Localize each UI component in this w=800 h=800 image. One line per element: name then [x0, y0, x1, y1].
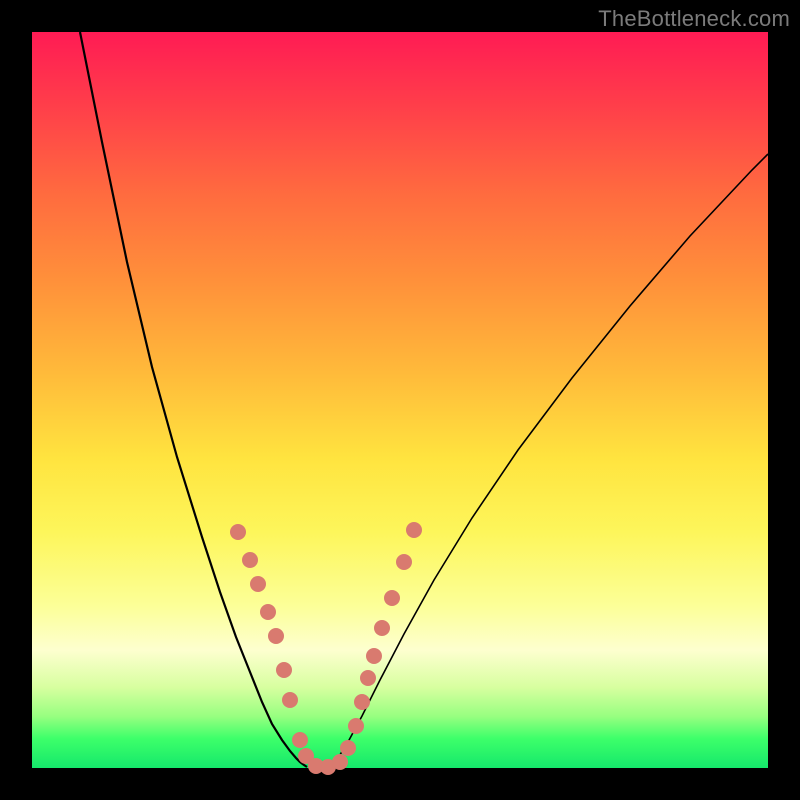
series-marker — [242, 552, 258, 568]
series-marker — [348, 718, 364, 734]
series-marker — [260, 604, 276, 620]
plot-area — [32, 32, 768, 768]
series-marker — [276, 662, 292, 678]
chart-frame: TheBottleneck.com — [0, 0, 800, 800]
chart-svg — [32, 32, 768, 768]
series-marker — [360, 670, 376, 686]
series-marker — [250, 576, 266, 592]
series-marker — [384, 590, 400, 606]
curve-left-branch — [80, 32, 307, 767]
series-marker — [366, 648, 382, 664]
series-marker — [340, 740, 356, 756]
series-marker — [406, 522, 422, 538]
series-marker — [268, 628, 284, 644]
watermark-text: TheBottleneck.com — [598, 6, 790, 32]
series-marker — [332, 754, 348, 770]
curve-markers — [230, 522, 422, 775]
series-marker — [282, 692, 298, 708]
series-marker — [354, 694, 370, 710]
series-marker — [396, 554, 412, 570]
series-marker — [292, 732, 308, 748]
series-marker — [230, 524, 246, 540]
curve-right-branch — [332, 154, 768, 767]
series-marker — [374, 620, 390, 636]
